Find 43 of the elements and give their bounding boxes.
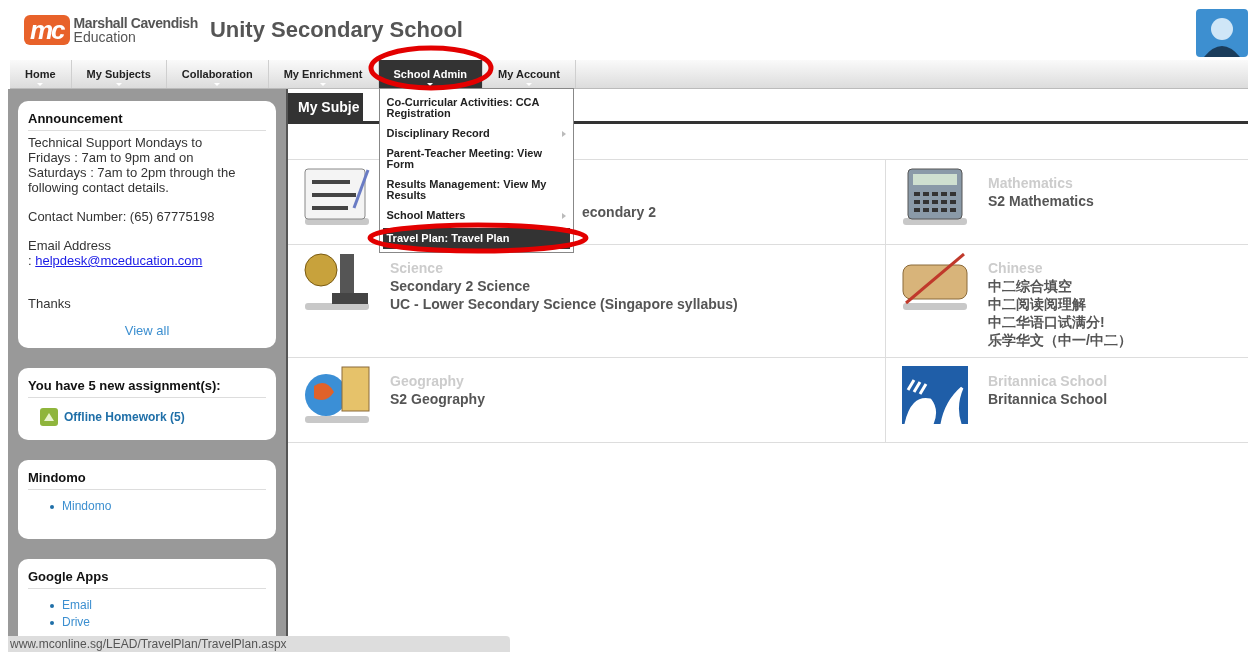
course-link[interactable]: 中二阅读阅理解 [988,295,1132,313]
course-link[interactable]: 乐学华文（中一/中二） [988,331,1132,349]
course-link[interactable]: econdary 2 [582,203,656,221]
status-url: www.mconline.sg/LEAD/TravelPlan/TravelPlan.aspx [10,637,287,651]
card-title: Google Apps [28,567,266,589]
nav-tab[interactable]: My Account [483,60,576,88]
course-link[interactable]: UC - Lower Secondary Science (Singapore syllabus) [390,295,738,313]
announcement-text: Technical Support Mondays to Fridays : 7am to 9pm and on Saturdays : 7am to 2pm through the following contact details. [28,135,237,195]
bullet-icon [50,504,54,509]
globe-icon [304,366,370,424]
nav-tab[interactable]: Home [10,60,72,88]
avatar-icon[interactable] [1196,9,1248,57]
logo-subtitle: Education [73,30,137,44]
card-title: Mindomo [28,468,266,490]
calculator-icon [902,168,968,226]
email-label: Email Address [28,238,113,253]
helpdesk-address-link[interactable]: helpdesk@mceducation.com [35,253,203,268]
bullet-icon [50,620,54,625]
email-prefix: : [28,253,32,268]
card-title: Announcement [28,109,266,131]
nav-tab[interactable]: My Enrichment [268,60,379,88]
course-link[interactable]: Britannica School [988,390,1108,408]
course-link[interactable]: 中二综合填空 [988,277,1132,295]
announcement-text: Contact Number: (65) 67775198 [28,209,216,224]
logo-mark: mc [24,15,70,45]
app-link[interactable]: Mindomo [62,498,112,515]
nav-tab[interactable]: Collaboration [166,60,269,88]
notebook-icon [304,168,370,226]
school-title: Unity Secondary School [209,17,463,43]
homework-icon [40,408,58,426]
nav-tab[interactable]: My Subjects [71,60,167,88]
course-link[interactable]: Secondary 2 Science [390,277,738,295]
homework-link[interactable]: Offline Homework (5) [64,410,185,424]
view-all-link[interactable]: View all [124,323,170,338]
course-link[interactable]: 中二华语口试满分! [988,313,1132,331]
course-link[interactable]: S2 Geography [390,390,485,408]
bullet-icon [50,603,54,608]
app-link[interactable]: Email [62,597,92,614]
announcement-text: Thanks [28,296,72,311]
logo-name: Marshall Cavendish [73,16,198,30]
section-heading: My Subje [288,93,364,121]
course-link[interactable]: S2 Mathematics [988,192,1094,210]
card-title: You have 5 new assignment(s): [28,376,266,398]
